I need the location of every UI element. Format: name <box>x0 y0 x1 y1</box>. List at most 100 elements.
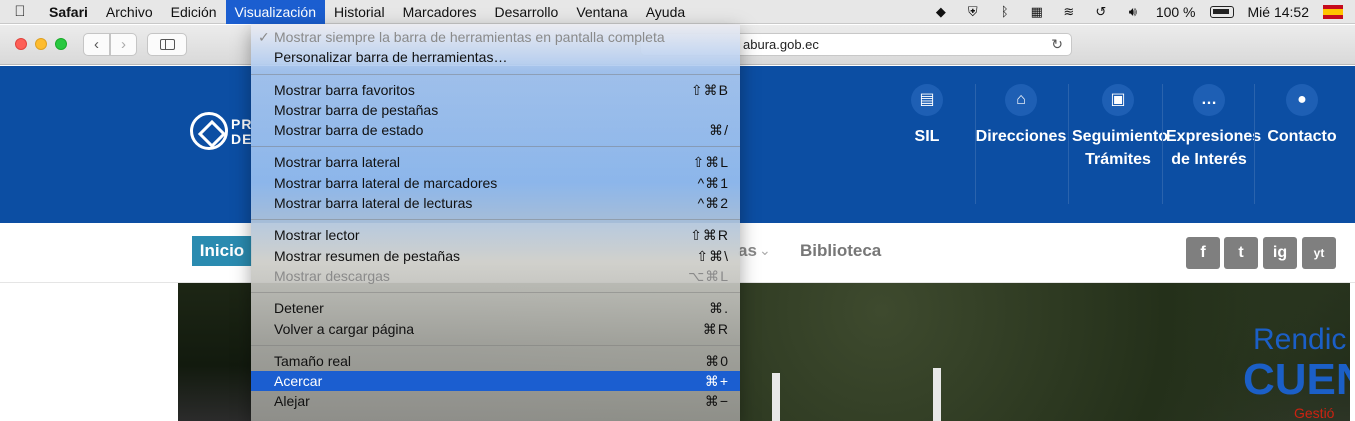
nav-contacto-label: Contacto <box>1267 128 1337 145</box>
menu-item-shortcut: ⇧⌘L <box>692 154 729 171</box>
menu-item-label: Mostrar resumen de pestañas <box>274 247 460 264</box>
menu-separator <box>251 344 740 346</box>
nav-direcciones-label: Direcciones <box>975 128 1067 145</box>
newspaper-icon: ▣ <box>1102 84 1134 116</box>
menu-app-name[interactable]: Safari <box>40 0 97 24</box>
sidebar-icon <box>159 39 175 50</box>
menu-item-zoom-out[interactable]: Alejar ⌘− <box>251 391 740 411</box>
back-button[interactable]: ‹ <box>83 33 110 56</box>
menu-item-label: Mostrar siempre la barra de herramientas… <box>274 29 665 45</box>
instagram-icon[interactable]: ig <box>1263 237 1297 269</box>
apple-icon[interactable]:  <box>0 3 40 20</box>
menu-item-zoom-in[interactable]: Acercar ⌘+ <box>251 371 740 392</box>
menu-archivo[interactable]: Archivo <box>97 0 162 24</box>
menu-item-label: Mostrar lector <box>274 227 360 244</box>
menu-separator <box>251 219 740 221</box>
menu-item-label: Detener <box>274 300 324 317</box>
menu-separator <box>251 146 740 148</box>
menu-item-show-sidebar[interactable]: Mostrar barra lateral ⇧⌘L <box>251 152 740 172</box>
forward-button[interactable]: › <box>110 33 137 56</box>
menu-item-label: Mostrar barra lateral <box>274 154 401 171</box>
menu-item-label: Personalizar barra de herramientas… <box>274 49 508 66</box>
nav-sil[interactable]: ▤ SIL <box>881 84 973 148</box>
menu-item-show-tab-bar[interactable]: Mostrar barra de pestañas <box>251 100 740 120</box>
facebook-icon[interactable]: f <box>1186 237 1220 269</box>
menu-item-label: Alejar <box>274 393 310 410</box>
shield-icon[interactable]: ⛨ <box>964 4 982 20</box>
menu-item-shortcut: ⌘/ <box>709 122 729 139</box>
extension-icon[interactable]: ◆ <box>932 4 950 20</box>
status-area: ◆ ⛨ ᛒ ▦ ≋ ↺ 🔊︎ 100 % Mié 14:52 <box>932 0 1355 24</box>
menu-item-label: Mostrar descargas <box>274 267 390 284</box>
input-source-flag-icon[interactable] <box>1323 5 1343 19</box>
menu-marcadores[interactable]: Marcadores <box>394 0 486 24</box>
nav-divider <box>1254 84 1255 204</box>
menu-ayuda[interactable]: Ayuda <box>637 0 694 24</box>
menu-visualizacion[interactable]: Visualización <box>225 0 325 24</box>
menu-item-label: Mostrar barra lateral de lecturas <box>274 195 473 212</box>
menu-item-shortcut: ⌘R <box>702 320 729 337</box>
hero-text-line1: Rendic <box>1253 323 1347 356</box>
battery-percent: 100 % <box>1155 4 1196 20</box>
menu-item-label: Acercar <box>274 373 323 390</box>
menu-item-shortcut: ^⌘1 <box>697 174 729 191</box>
menu-item-label: Mostrar barra lateral de marcadores <box>274 174 498 191</box>
menu-item-label: Volver a cargar página <box>274 320 415 337</box>
chat-icon: … <box>1193 84 1225 116</box>
menu-item-shortcut: ⌘− <box>704 393 729 410</box>
menu-ventana[interactable]: Ventana <box>567 0 636 24</box>
time-machine-icon[interactable]: ↺ <box>1092 4 1110 20</box>
fullscreen-window-button[interactable] <box>55 38 67 50</box>
nav-dropdown-partial[interactable]: as <box>738 241 757 261</box>
chevron-down-icon[interactable]: ⌄ <box>759 242 771 259</box>
menu-item-show-favorites-bar[interactable]: Mostrar barra favoritos ⇧⌘B <box>251 80 740 100</box>
nav-seguimiento-label: Seguimiento Trámites <box>1072 128 1169 168</box>
nav-divider <box>1068 84 1069 204</box>
nav-seguimiento[interactable]: ▣ Seguimiento Trámites <box>1072 84 1169 171</box>
menu-item-show-downloads: Mostrar descargas ⌥⌘L <box>251 266 740 286</box>
youtube-icon[interactable]: yt <box>1302 237 1336 269</box>
wifi-icon[interactable]: ≋ <box>1060 4 1078 20</box>
nav-expresiones[interactable]: … Expresiones de Interés <box>1166 84 1261 171</box>
keyboard-icon[interactable]: ▦ <box>1028 4 1046 20</box>
institution-icon: ⌂ <box>1005 84 1037 116</box>
chevron-right-icon: › <box>121 36 126 53</box>
close-window-button[interactable] <box>15 38 27 50</box>
menu-desarrollo[interactable]: Desarrollo <box>486 0 568 24</box>
checkmark-icon: ✓ <box>258 29 270 45</box>
menu-edicion[interactable]: Edición <box>162 0 226 24</box>
nav-direcciones[interactable]: ⌂ Direcciones <box>975 84 1067 148</box>
menu-item-always-show-toolbar: ✓ Mostrar siempre la barra de herramient… <box>251 27 740 47</box>
menu-item-shortcut: ⌘0 <box>705 352 729 369</box>
menu-item-show-tab-overview[interactable]: Mostrar resumen de pestañas ⇧⌘\ <box>251 246 740 266</box>
home-link[interactable]: Inicio <box>192 236 252 266</box>
menu-item-show-reading-sidebar[interactable]: Mostrar barra lateral de lecturas ^⌘2 <box>251 193 740 213</box>
twitter-icon[interactable]: t <box>1224 237 1258 269</box>
nav-contacto[interactable]: ● Contacto <box>1256 84 1348 148</box>
minimize-window-button[interactable] <box>35 38 47 50</box>
sidebar-toggle-button[interactable] <box>147 33 187 56</box>
menu-item-show-status-bar[interactable]: Mostrar barra de estado ⌘/ <box>251 120 740 140</box>
prefecture-logo-icon[interactable] <box>190 112 228 150</box>
hero-text-line2: CUEN <box>1243 355 1350 404</box>
menu-item-customize-toolbar[interactable]: Personalizar barra de herramientas… <box>251 47 740 67</box>
view-menu-dropdown: ✓ Mostrar siempre la barra de herramient… <box>251 24 740 421</box>
reload-icon[interactable]: ↻ <box>1051 34 1063 55</box>
battery-icon[interactable] <box>1209 6 1234 18</box>
menu-item-shortcut: ⇧⌘\ <box>696 247 729 264</box>
menu-item-actual-size[interactable]: Tamaño real ⌘0 <box>251 351 740 371</box>
menu-historial[interactable]: Historial <box>325 0 394 24</box>
menu-item-show-bookmarks-sidebar[interactable]: Mostrar barra lateral de marcadores ^⌘1 <box>251 173 740 193</box>
volume-icon[interactable]: 🔊︎ <box>1124 4 1142 20</box>
bluetooth-icon[interactable]: ᛒ <box>996 4 1014 20</box>
menu-item-show-reader[interactable]: Mostrar lector ⇧⌘R <box>251 225 740 245</box>
clock[interactable]: Mié 14:52 <box>1248 4 1309 20</box>
menu-item-shortcut: ⌘+ <box>704 373 729 390</box>
menu-item-shortcut: ^⌘2 <box>697 195 729 212</box>
menu-item-reload-page[interactable]: Volver a cargar página ⌘R <box>251 319 740 339</box>
library-link[interactable]: Biblioteca <box>800 241 881 261</box>
logo-text-line1: PR <box>231 116 253 132</box>
menu-item-label: Mostrar barra favoritos <box>274 81 415 98</box>
menu-item-stop[interactable]: Detener ⌘. <box>251 298 740 318</box>
nav-sil-label: SIL <box>914 128 940 145</box>
